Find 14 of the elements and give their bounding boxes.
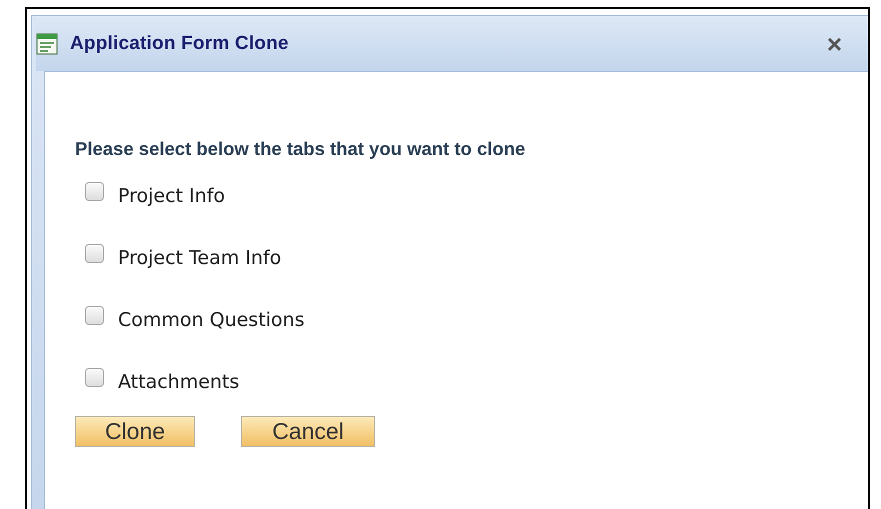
window-title: Application Form Clone <box>70 32 289 54</box>
checkbox-label: Common Questions <box>118 309 304 331</box>
checkbox-label: Attachments <box>118 371 240 393</box>
checkbox[interactable] <box>85 368 104 387</box>
checkbox-label: Project Info <box>118 185 226 207</box>
close-button[interactable]: × <box>822 30 846 56</box>
form-icon <box>36 32 58 54</box>
clone-button[interactable]: Clone <box>75 416 195 447</box>
checkbox-label: Project Team Info <box>118 247 282 269</box>
checkbox[interactable] <box>85 244 104 263</box>
instruction-heading: Please select below the tabs that you want to clone <box>75 138 526 160</box>
checkbox[interactable] <box>85 182 104 201</box>
checkbox[interactable] <box>85 306 104 325</box>
cancel-button[interactable]: Cancel <box>241 416 375 447</box>
